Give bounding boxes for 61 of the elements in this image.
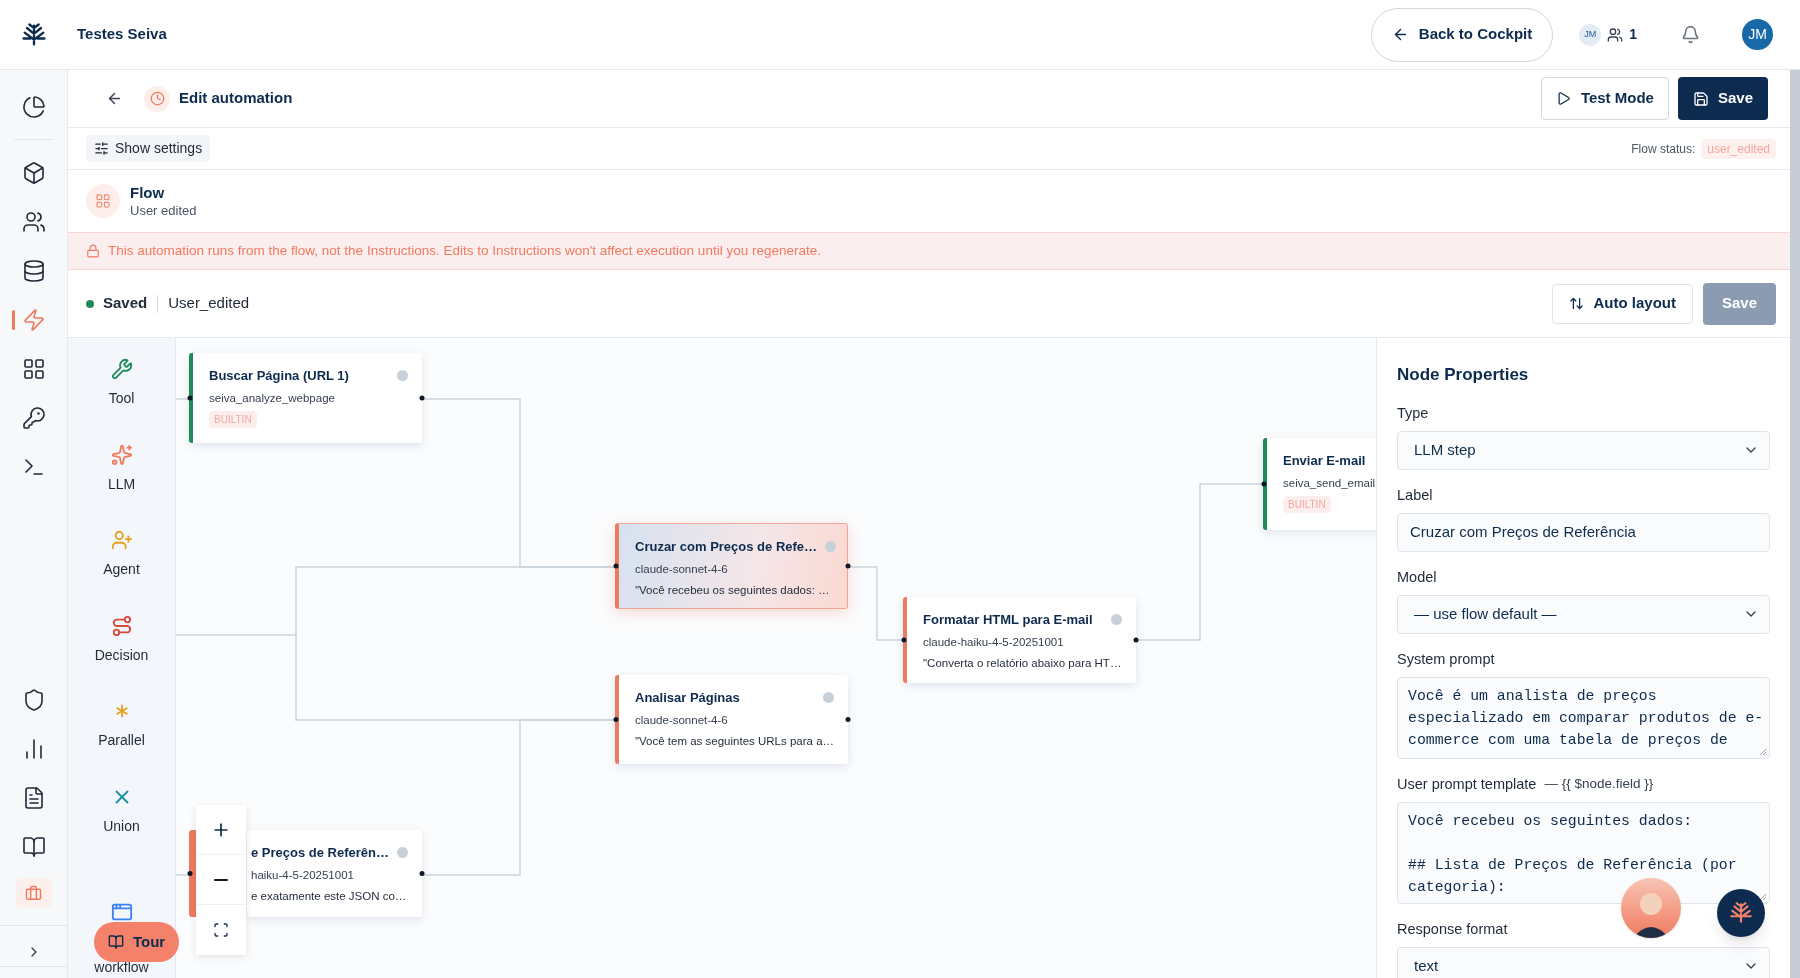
text-area[interactable]: Você recebeu os seguintes dados: ## Lista de Preços de Referência (por categoria): [1397,801,1770,904]
palette-item[interactable]: Parallel [68,700,175,786]
palette-item[interactable]: Union [68,785,175,871]
tour-button[interactable]: Tour [94,922,180,962]
node-title: e Preços de Referên… [251,844,389,862]
node-subtitle: claude-haiku-4-5-20251001 [923,634,1065,650]
node-title: Enviar E-mail [1283,452,1366,470]
save-button[interactable]: Save [1677,77,1768,120]
node-title: Formatar HTML para E-mail [923,611,1093,629]
flow-title: Flow [130,183,166,202]
node-preview: e exatamente este JSON co… [251,888,408,904]
flow-status-tag: user_edited [1701,138,1776,159]
node-title: Cruzar com Preços de Refe… [635,538,818,556]
flow-node[interactable]: Enviar E-mail seiva_send_email BUILTIN [1263,438,1376,530]
save-status: Saved [103,293,148,314]
warning-text: This automation runs from the flow, not the Instructions. Edits to Instructions won't affect execution until you regenerate. [108,241,821,260]
node-preview: "Você recebeu os seguintes dados: … [635,582,831,598]
text-area[interactable]: Você é um analista de preços especializado em comparar produtos de e-commerce com uma tabela de preços de [1397,676,1770,759]
flow-status-label: Flow status: [1631,140,1696,158]
page-title: Edit automation [179,88,293,109]
input-field[interactable]: Cruzar com Preços de Referência [1397,512,1770,552]
palette-item[interactable]: Agent [68,529,175,615]
user-avatar[interactable]: JM [1742,19,1773,50]
flow-subtitle: User edited [130,202,197,219]
node-subtitle: seiva_analyze_webpage [209,390,336,406]
node-subtitle: seiva_send_email [1283,475,1376,491]
presence-count: 1 [1629,25,1637,44]
presence-avatar: JM [1579,23,1602,46]
test-mode-button[interactable]: Test Mode [1540,77,1669,120]
panel-title: Node Properties [1397,364,1530,386]
flow-node[interactable]: e Preços de Referên… haiku-4-5-20251001 e exatamente este JSON co… [247,830,422,917]
palette-item[interactable]: LLM [68,443,175,529]
palette-item[interactable]: Tool [68,358,175,444]
flow-node[interactable]: Cruzar com Preços de Refe… claude-sonnet-4-6 "Você recebeu os seguintes dados: … [615,523,848,609]
node-title: Buscar Página (URL 1) [209,367,349,385]
field-label: Model [1397,567,1437,586]
select-field[interactable]: text [1397,946,1770,978]
field-label: Type [1397,403,1429,422]
version-label: User_edited [168,293,250,314]
flow-node[interactable]: Analisar Páginas claude-sonnet-4-6 "Você tem as seguintes URLs para a… [615,675,848,764]
show-settings-button[interactable]: Show settings [86,135,211,162]
builtin-tag: BUILTIN [1283,495,1331,513]
field-label: User prompt template [1397,774,1537,793]
flow-node[interactable]: Formatar HTML para E-mail claude-haiku-4-5-20251001 "Converta o relatório abaixo para HT… [903,597,1136,683]
auto-layout-button[interactable]: Auto layout [1552,283,1693,324]
workspace-name: Testes Seiva [77,24,167,45]
field-label: Response format [1397,919,1508,938]
select-field[interactable]: — use flow default — [1397,594,1770,634]
flow-node[interactable]: Buscar Página (URL 1) seiva_analyze_webpage BUILTIN [189,353,422,443]
node-preview: "Converta o relatório abaixo para HT… [923,655,1122,671]
node-subtitle: claude-sonnet-4-6 [635,712,729,728]
select-field[interactable]: LLM step [1397,430,1770,470]
node-title: Analisar Páginas [635,689,740,707]
node-preview: "Você tem as seguintes URLs para a… [635,733,834,749]
node-subtitle: haiku-4-5-20251001 [251,867,355,883]
field-hint: — {{ $node.field }} [1544,774,1654,793]
palette-item[interactable]: Decision [68,614,175,700]
builtin-tag: BUILTIN [209,410,257,428]
field-label: System prompt [1397,649,1495,668]
node-subtitle: claude-sonnet-4-6 [635,561,729,577]
field-label: Label [1397,485,1433,504]
